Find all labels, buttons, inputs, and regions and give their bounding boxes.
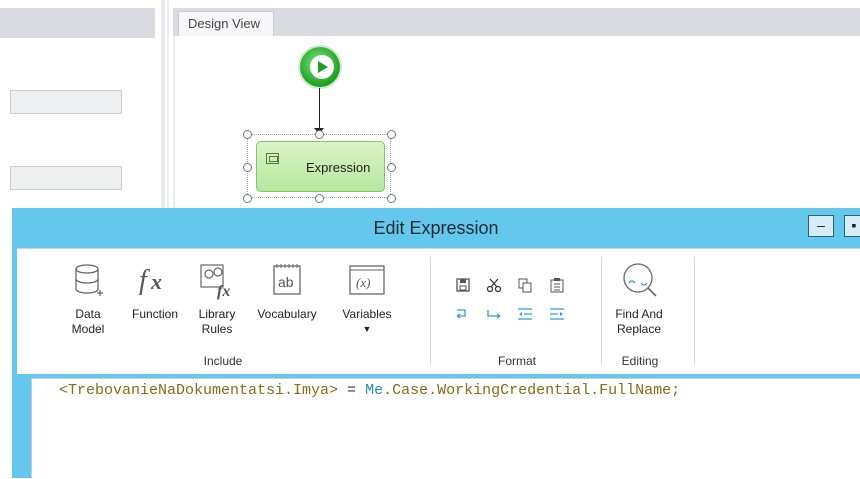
- find-replace-icon: [623, 263, 657, 297]
- svg-text:x: x: [150, 269, 162, 294]
- design-canvas-border: [173, 36, 175, 236]
- left-pane-field-2[interactable]: [10, 166, 122, 190]
- left-pane-field-1[interactable]: [10, 90, 122, 114]
- vocabulary-label: Vocabulary: [257, 307, 317, 321]
- indent-icon[interactable]: [549, 306, 565, 322]
- ribbon-separator-2: [601, 257, 602, 364]
- redo-icon[interactable]: [486, 306, 502, 322]
- find-and-replace-button[interactable]: Find And Replace: [607, 261, 671, 337]
- resize-handle-bottom[interactable]: [315, 194, 324, 203]
- resize-handle-left[interactable]: [243, 163, 252, 172]
- database-icon: [75, 264, 103, 296]
- function-label: Function: [131, 307, 179, 321]
- function-button[interactable]: f x Function: [125, 261, 185, 322]
- minimize-button[interactable]: –: [808, 215, 834, 237]
- ribbon-separator-3: [694, 257, 695, 364]
- variables-button[interactable]: (x) Variables ▼: [335, 261, 399, 337]
- resize-handle-right[interactable]: [387, 163, 396, 172]
- resize-handle-top-left[interactable]: [243, 130, 252, 139]
- svg-text:ab: ab: [278, 274, 294, 290]
- variables-icon: (x): [349, 265, 385, 295]
- library-rules-button[interactable]: fx Library Rules: [193, 261, 241, 337]
- copy-icon[interactable]: [517, 277, 533, 293]
- undo-icon[interactable]: [455, 306, 471, 322]
- tab-design-view[interactable]: Design View: [178, 11, 274, 36]
- outdent-icon[interactable]: [517, 306, 533, 322]
- vocabulary-button[interactable]: ab Vocabulary: [251, 261, 323, 322]
- library-rules-label: Library Rules: [198, 307, 236, 336]
- start-node[interactable]: [300, 47, 340, 87]
- variables-dropdown-icon[interactable]: ▼: [335, 322, 399, 337]
- edit-expression-dialog: Edit Expression – ▪ Data Model f x Funct…: [12, 208, 860, 479]
- maximize-button[interactable]: ▪: [844, 215, 860, 237]
- ribbon: Data Model f x Function fx Library Rules…: [17, 248, 860, 374]
- find-and-replace-label: Find And Replace: [615, 307, 663, 336]
- play-icon: [310, 55, 334, 79]
- left-pane-header: [0, 8, 155, 38]
- expression-icon: [266, 153, 279, 164]
- flow-connector: [319, 88, 320, 130]
- code-operator: =: [338, 382, 366, 399]
- svg-text:f: f: [139, 265, 150, 296]
- include-group-label: Include: [203, 354, 243, 368]
- vocabulary-icon: ab: [273, 264, 301, 295]
- expression-node-label: Expression: [306, 160, 371, 175]
- resize-handle-top-right[interactable]: [387, 130, 396, 139]
- expression-node[interactable]: Expression: [256, 141, 385, 192]
- variables-label: Variables: [342, 307, 392, 321]
- code-me-keyword: Me: [365, 382, 384, 399]
- svg-text:(x): (x): [356, 275, 370, 290]
- format-group-label: Format: [497, 354, 536, 368]
- resize-handle-top[interactable]: [315, 130, 324, 139]
- save-icon[interactable]: [455, 277, 471, 293]
- editing-group-label: Editing: [621, 354, 659, 368]
- data-model-label: Data Model: [71, 307, 105, 336]
- library-rules-icon: fx: [200, 264, 230, 300]
- paste-icon[interactable]: [549, 277, 565, 293]
- resize-handle-bottom-right[interactable]: [387, 194, 396, 203]
- resize-handle-bottom-left[interactable]: [243, 194, 252, 203]
- svg-text:fx: fx: [217, 283, 230, 300]
- expression-editor[interactable]: <TrebovanieNaDokumentatsi.Imya> = Me.Cas…: [31, 378, 860, 479]
- function-icon: f x: [139, 265, 162, 296]
- code-line: <TrebovanieNaDokumentatsi.Imya> = Me.Cas…: [59, 382, 680, 399]
- design-view-tabstrip: Design View: [173, 8, 860, 36]
- code-member-access: .Case.WorkingCredential.FullName;: [383, 382, 681, 399]
- cut-icon[interactable]: [486, 277, 502, 293]
- code-field-reference: <TrebovanieNaDokumentatsi.Imya>: [59, 382, 339, 399]
- data-model-button[interactable]: Data Model: [63, 261, 113, 337]
- ribbon-separator-1: [430, 257, 431, 364]
- dialog-title: Edit Expression: [373, 218, 499, 238]
